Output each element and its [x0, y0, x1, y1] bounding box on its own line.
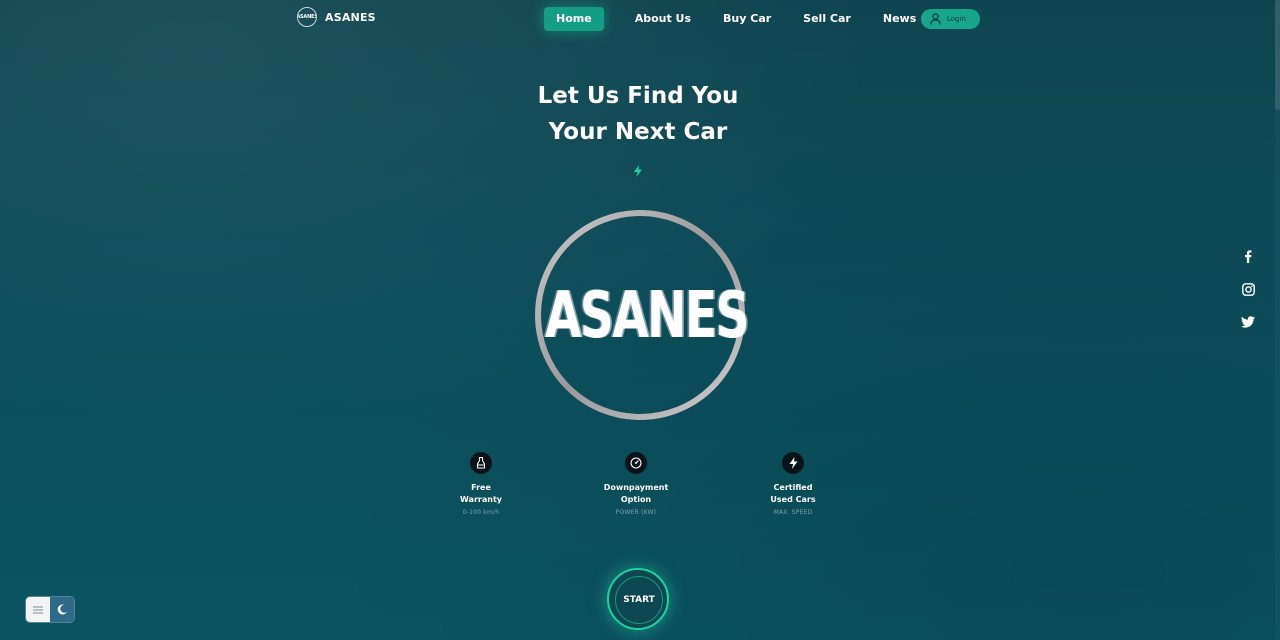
feature-downpayment-option: Downpayment Option POWER (KW)	[581, 452, 691, 516]
feature-title-line2: Warranty	[460, 495, 502, 504]
hero-title-line2: Your Next Car	[548, 119, 728, 145]
login-label: Login	[947, 15, 966, 23]
hero-title: Let Us Find You Your Next Car	[0, 78, 1276, 150]
facebook-icon[interactable]	[1241, 249, 1255, 263]
nav-sell-car[interactable]: Sell Car	[791, 7, 863, 31]
nav-about-us[interactable]: About Us	[623, 7, 703, 31]
scrollbar-thumb[interactable]	[1275, 0, 1280, 110]
feature-subtitle: MAX. SPEED	[773, 509, 813, 516]
theme-toggle[interactable]	[26, 597, 74, 622]
feature-title-line1: Free	[471, 483, 491, 492]
twitter-icon[interactable]	[1241, 315, 1255, 329]
start-label: START	[615, 576, 663, 624]
hero-title-line1: Let Us Find You	[537, 83, 739, 109]
user-icon	[930, 10, 941, 29]
menu-icon	[26, 597, 50, 622]
feature-subtitle: POWER (KW)	[615, 509, 657, 516]
feature-certified-used-cars: Certified Used Cars MAX. SPEED	[738, 452, 848, 516]
bottle-icon	[470, 452, 492, 474]
top-navbar: ASANES ASANES Home About Us Buy Car Sell…	[0, 0, 1280, 40]
moon-icon	[50, 597, 74, 622]
nav-news[interactable]: News	[871, 7, 928, 31]
login-button[interactable]: Login	[921, 9, 980, 29]
feature-title-line1: Downpayment	[603, 483, 669, 492]
nav-buy-car[interactable]: Buy Car	[711, 7, 783, 31]
bolt-icon	[782, 452, 804, 474]
start-button[interactable]: START	[607, 568, 669, 630]
hero-emblem: ASANES	[524, 205, 756, 425]
feature-title-line2: Used Cars	[770, 495, 816, 504]
bolt-icon	[634, 162, 642, 181]
brand[interactable]: ASANES ASANES	[297, 7, 376, 27]
brand-name: ASANES	[325, 10, 376, 24]
feature-free-warranty: Free Warranty 0-100 km/h	[426, 452, 536, 516]
brand-logo: ASANES	[297, 7, 317, 27]
feature-title-line2: Option	[620, 495, 652, 504]
page-scrollbar[interactable]	[1275, 0, 1280, 640]
feature-title-line1: Certified	[773, 483, 813, 492]
feature-subtitle: 0-100 km/h	[462, 509, 500, 516]
nav-home[interactable]: Home	[544, 7, 604, 31]
emblem-text: ASANES	[544, 279, 750, 353]
nav-links: Home About Us Buy Car Sell Car News	[544, 7, 928, 31]
instagram-icon[interactable]	[1241, 282, 1255, 296]
gauge-icon	[625, 452, 647, 474]
